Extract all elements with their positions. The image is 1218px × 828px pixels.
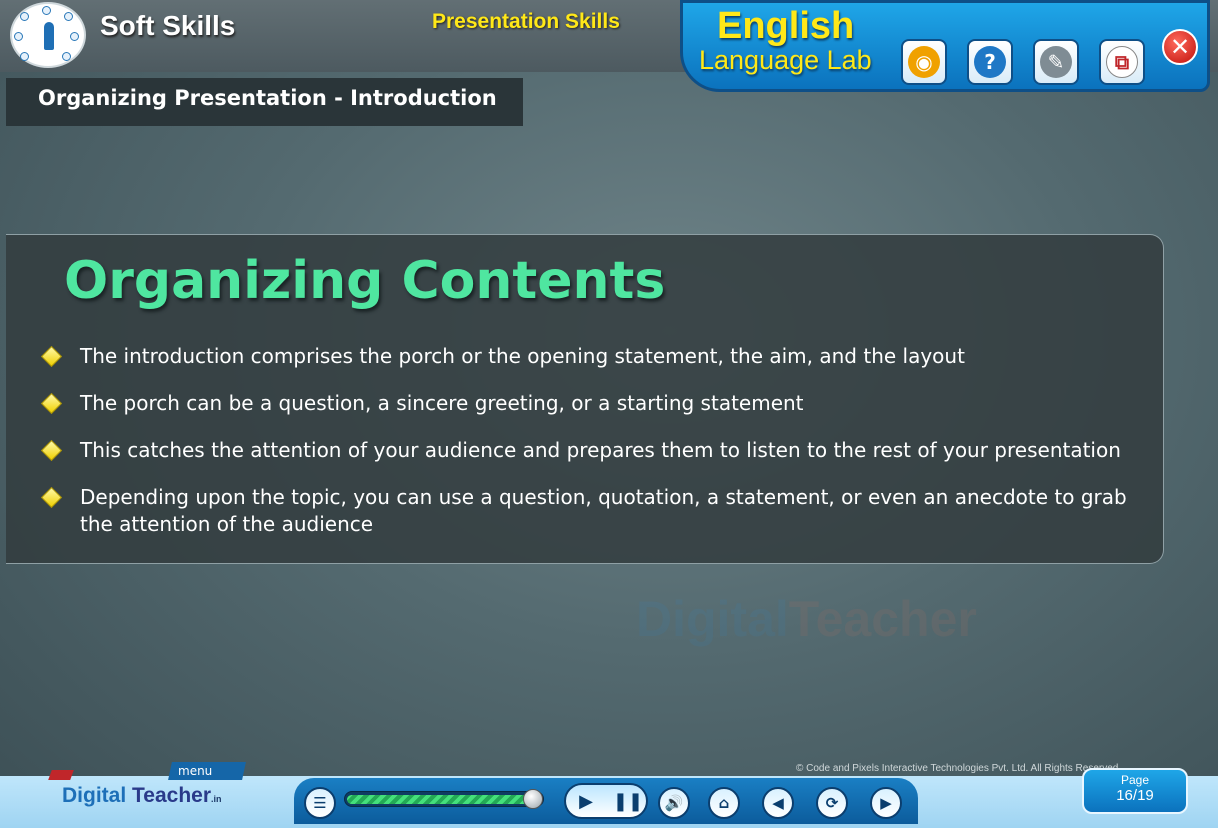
skill-dot-icon — [20, 12, 29, 21]
play-button[interactable]: ▶ — [574, 790, 598, 812]
book-icon: ✎ — [1040, 46, 1072, 78]
page-label: Page — [1120, 773, 1150, 787]
bullet-text: The porch can be a question, a sincere g… — [80, 391, 804, 415]
graduation-cap-icon — [48, 770, 74, 780]
menu-button[interactable]: menu — [168, 762, 246, 780]
brand-english: English — [717, 5, 855, 47]
page-number: 16/19 — [1116, 787, 1154, 804]
progress-knob[interactable] — [523, 789, 543, 809]
list-item: The introduction comprises the porch or … — [40, 343, 1150, 370]
help-button[interactable]: ? — [967, 39, 1013, 85]
bullet-text: Depending upon the topic, you can use a … — [80, 485, 1127, 536]
progress-fill — [347, 795, 537, 804]
app-title: Soft Skills — [100, 10, 236, 41]
brand-language-lab: Language Lab — [699, 45, 872, 75]
bullet-text: This catches the attention of your audie… — [80, 438, 1121, 462]
pause-button[interactable]: ❚❚ — [612, 790, 644, 812]
list-item: Depending upon the topic, you can use a … — [40, 484, 1150, 538]
digital-teacher-watermark: DigitalTeacher — [636, 591, 977, 647]
home-button[interactable]: ⌂ — [708, 787, 740, 819]
language-lab-panel: English Language Lab ◉ ? ✎ ⧉ ✕ — [680, 0, 1210, 92]
copyright-text: © Code and Pixels Interactive Technologi… — [796, 763, 1122, 774]
digital-teacher-logo: Digital Teacher.in — [48, 770, 222, 808]
book-button[interactable]: ✎ — [1033, 39, 1079, 85]
previous-button[interactable]: ◀ — [762, 787, 794, 819]
list-item: This catches the attention of your audie… — [40, 437, 1150, 464]
skill-dot-icon — [14, 32, 23, 41]
replay-icon: ⟳ — [825, 794, 839, 812]
previous-icon: ◀ — [772, 794, 784, 812]
replay-button[interactable]: ⟳ — [816, 787, 848, 819]
speaker-icon: 🔊 — [664, 794, 684, 812]
playback-controls: ☰ ▶ ❚❚ 🔊 ⌂ ◀ ⟳ ▶ — [294, 778, 918, 824]
skill-dot-icon — [62, 52, 71, 61]
slide-heading: Organizing Contents — [64, 251, 666, 311]
diamond-bullet-icon — [40, 439, 63, 462]
skill-dot-icon — [64, 12, 73, 21]
skill-dot-icon — [70, 32, 79, 41]
module-title: Presentation Skills — [432, 10, 620, 33]
camera-icon: ◉ — [908, 46, 940, 78]
window-icon: ⧉ — [1106, 46, 1138, 78]
diamond-bullet-icon — [40, 486, 63, 509]
close-button[interactable]: ✕ — [1162, 29, 1198, 65]
home-icon: ⌂ — [718, 794, 730, 812]
next-icon: ▶ — [880, 794, 892, 812]
diamond-bullet-icon — [40, 392, 63, 415]
next-button[interactable]: ▶ — [870, 787, 902, 819]
soft-skills-logo — [10, 2, 86, 68]
menu-label: menu — [178, 764, 213, 778]
sitemap-button[interactable]: ☰ — [304, 787, 336, 819]
content-panel: Organizing Contents The introduction com… — [6, 234, 1164, 564]
progress-bar[interactable] — [344, 789, 544, 809]
bullet-text: The introduction comprises the porch or … — [80, 344, 965, 368]
bullet-list: The introduction comprises the porch or … — [40, 343, 1150, 558]
window-button[interactable]: ⧉ — [1099, 39, 1145, 85]
list-item: The porch can be a question, a sincere g… — [40, 390, 1150, 417]
section-title: Organizing Presentation - Introduction — [6, 78, 523, 126]
sitemap-icon: ☰ — [313, 794, 327, 812]
skill-dot-icon — [42, 6, 51, 15]
close-icon: ✕ — [1169, 33, 1191, 61]
page-indicator: Page 16/19 — [1082, 768, 1188, 814]
diamond-bullet-icon — [40, 345, 63, 368]
volume-button[interactable]: 🔊 — [658, 787, 690, 819]
play-pause-group: ▶ ❚❚ — [564, 783, 648, 819]
help-icon: ? — [974, 46, 1006, 78]
skill-dot-icon — [20, 52, 29, 61]
pause-icon: ❚❚ — [612, 790, 644, 812]
person-icon — [44, 22, 54, 50]
play-icon: ▶ — [579, 790, 593, 812]
camera-button[interactable]: ◉ — [901, 39, 947, 85]
